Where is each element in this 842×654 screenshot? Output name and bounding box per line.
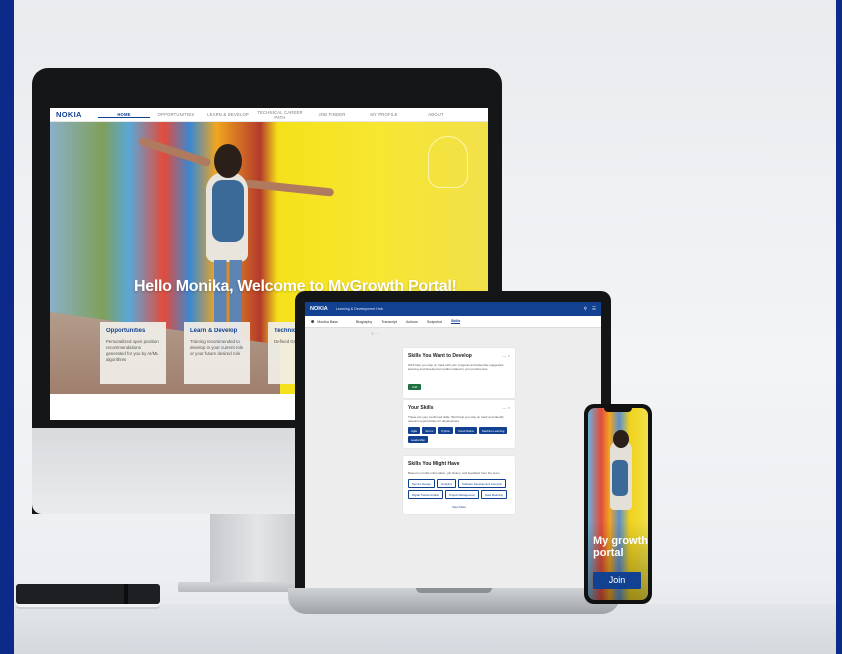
suggested-skill-chip[interactable]: Software Development Lifecycle [458,479,506,489]
nokia-logo[interactable]: NOKIA [310,306,328,312]
skills-might-have-card: Skills You Might Have Based on profile i… [403,456,515,515]
add-skill-button[interactable]: Add [408,384,422,391]
tab-biography[interactable]: Biography [356,320,372,324]
skill-chip[interactable]: Cloud Native [455,427,478,435]
nokia-logo[interactable]: NOKIA [56,110,98,119]
monitor-stand [210,514,306,586]
notebook [16,584,160,604]
person-arm-graphic [243,179,335,197]
user-icon: ☻ [310,318,316,325]
phone-title: My growth portal [593,535,648,559]
skill-chip[interactable]: Scrum [422,427,437,435]
person-head-graphic [214,144,242,178]
skill-chip[interactable]: Agile [408,427,421,435]
app-title: Learning & Development Hub [335,307,383,311]
skill-chip[interactable]: Leadership [408,436,428,444]
collapse-icon[interactable]: — × [503,353,510,358]
skill-chips: Agile Scrum Python Cloud Native Machine … [408,427,510,444]
phone-notch [604,408,632,412]
card-text: These are your confirmed skills. We'll h… [408,415,504,424]
suggested-skill-chips: Service Design Analytics Software Develo… [408,479,510,500]
nav-technical-career-path[interactable]: TECHNICAL CAREER PATH [254,110,306,120]
backpack-graphic [212,180,244,242]
laptop-screen: NOKIA Learning & Development Hub ⚲ ☰ ☻ M… [305,302,601,588]
laptop-top-bar: NOKIA Learning & Development Hub ⚲ ☰ [305,302,601,316]
tab-transcript[interactable]: Transcript [381,320,397,324]
card-title: Learn & Develop [190,328,238,334]
card-opportunities[interactable]: Opportunities Personalized open position… [100,322,166,384]
person-head-graphic [613,430,629,448]
join-button[interactable]: Join [593,572,641,589]
view-more-link[interactable]: View More [408,505,510,509]
tab-snapshot[interactable]: Snapshot [427,320,442,324]
nav-learn-develop[interactable]: LEARN & DEVELOP [202,112,254,117]
menu-icon[interactable]: ☰ [592,306,596,312]
notebook-band [124,584,128,604]
monitor-nav-bar: NOKIA HOME OPPORTUNITIES LEARN & DEVELOP… [50,108,488,122]
card-text: Training recommended to develop in your … [190,339,244,356]
nav-about[interactable]: ABOUT [410,112,462,117]
person-arm-graphic [138,136,212,168]
suggested-skill-chip[interactable]: Service Design [408,479,435,489]
suggested-skill-chip[interactable]: Analytics [436,479,457,489]
collapse-icon[interactable]: — × [503,405,510,410]
card-title: Your Skills [408,405,434,411]
suggested-skill-chip[interactable]: Project Management [445,490,480,500]
nav-opportunities[interactable]: OPPORTUNITIES [150,112,202,117]
breadcrumb: ☉ · · · [371,332,381,336]
search-icon[interactable]: ⚲ [584,306,587,312]
skill-chip[interactable]: Python [438,427,454,435]
backpack-graphic [612,460,628,496]
card-title: Skills You Want to Develop [408,353,472,359]
suggested-skill-chip[interactable]: Digital Transformation [408,490,444,500]
card-text: Personalized open position recommendatio… [106,339,159,362]
laptop-notch [416,588,492,593]
user-profile[interactable]: ☻ Monika Bass [310,319,356,325]
lightbulb-icon [428,136,468,188]
skill-chip[interactable]: Machine Learning [479,427,508,435]
your-skills-card: Your Skills — × These are your confirmed… [403,400,515,449]
user-name: Monika Bass [317,319,338,324]
card-learn-develop[interactable]: Learn & Develop Training recommended to … [184,322,250,384]
skills-to-develop-card: Skills You Want to Develop — × We'll hel… [403,348,515,399]
nav-job-finder[interactable]: JOB FINDER [306,112,358,117]
card-text: We'll help you stay on track with your p… [408,363,504,372]
nav-my-profile[interactable]: MY PROFILE [358,112,410,117]
tab-actions[interactable]: Actions [406,320,418,324]
card-text: Based on profile information, job histor… [408,471,501,475]
nav-home[interactable]: HOME [98,112,150,118]
suggested-skill-chip[interactable]: Data Modeling [481,490,508,500]
tab-skills[interactable]: Skills [451,319,461,324]
laptop-sub-nav: ☻ Monika Bass Biography Transcript Actio… [305,316,601,328]
card-title: Skills You Might Have [408,461,460,467]
card-title: Opportunities [106,328,146,334]
